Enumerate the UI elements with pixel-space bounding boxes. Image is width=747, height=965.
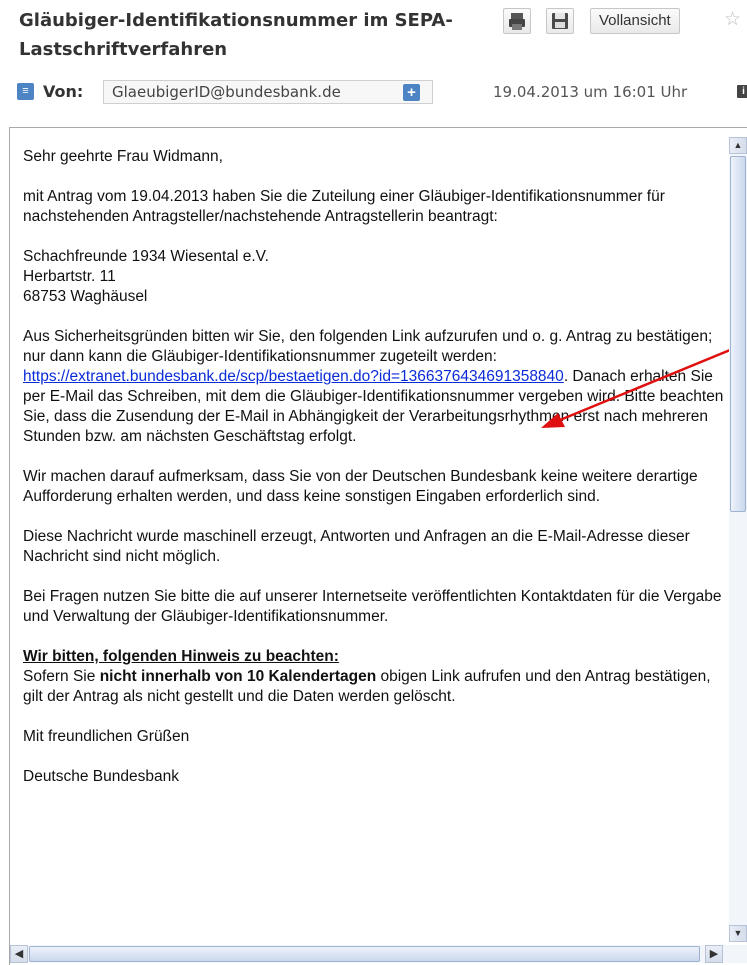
print-button[interactable] xyxy=(503,8,531,34)
scroll-up-button[interactable]: ▲ xyxy=(729,137,747,154)
greeting: Sehr geehrte Frau Widmann, xyxy=(23,148,223,165)
from-label: Von: xyxy=(43,82,84,101)
scroll-left-button[interactable]: ◀ xyxy=(10,945,28,963)
signature: Deutsche Bundesbank xyxy=(23,768,179,785)
sender-address[interactable]: GlaeubigerID@bundesbank.de xyxy=(103,80,433,104)
message-body: Sehr geehrte Frau Widmann, mit Antrag vo… xyxy=(23,147,728,807)
collapse-icon[interactable]: ≡ xyxy=(17,83,34,100)
scroll-down-button[interactable]: ▼ xyxy=(729,925,747,942)
address-line: 68753 Waghäusel xyxy=(23,288,148,305)
intro-paragraph: mit Antrag vom 19.04.2013 haben Sie die … xyxy=(23,188,665,225)
security-paragraph: Aus Sicherheitsgründen bitten wir Sie, d… xyxy=(23,328,724,445)
hint-paragraph: Wir bitten, folgenden Hinweis zu beachte… xyxy=(23,648,711,705)
full-view-button[interactable]: Vollansicht xyxy=(590,8,680,34)
confirmation-link[interactable]: https://extranet.bundesbank.de/scp/besta… xyxy=(23,368,564,385)
save-button[interactable] xyxy=(546,8,574,34)
scroll-right-button[interactable]: ▶ xyxy=(705,945,723,963)
address-line: Schachfreunde 1934 Wiesental e.V. xyxy=(23,248,269,265)
add-contact-icon[interactable]: + xyxy=(403,84,420,101)
deadline-text: nicht innerhalb von 10 Kalendertagen xyxy=(99,668,377,685)
closing: Mit freundlichen Grüßen xyxy=(23,728,190,745)
email-subject: Gläubiger-Identifikationsnummer im SEPA-… xyxy=(19,10,453,60)
hint-title: Wir bitten, folgenden Hinweis zu beachte… xyxy=(23,648,339,665)
questions-paragraph: Bei Fragen nutzen Sie bitte die auf unse… xyxy=(23,588,722,625)
notice-paragraph: Wir machen darauf aufmerksam, dass Sie v… xyxy=(23,468,698,505)
info-icon[interactable]: i xyxy=(737,85,747,98)
automated-paragraph: Diese Nachricht wurde maschinell erzeugt… xyxy=(23,528,690,565)
horizontal-scroll-thumb[interactable] xyxy=(29,946,700,962)
vertical-scroll-thumb[interactable] xyxy=(730,156,746,512)
star-icon[interactable]: ☆ xyxy=(724,8,741,32)
printer-icon xyxy=(509,13,525,30)
save-icon xyxy=(552,13,568,29)
address-block: Schachfreunde 1934 Wiesental e.V. Herbar… xyxy=(23,247,728,307)
from-row: ≡ Von: GlaeubigerID@bundesbank.de + 19.0… xyxy=(17,80,747,108)
message-date: 19.04.2013 um 16:01 Uhr xyxy=(493,83,688,101)
address-line: Herbartstr. 11 xyxy=(23,268,116,285)
